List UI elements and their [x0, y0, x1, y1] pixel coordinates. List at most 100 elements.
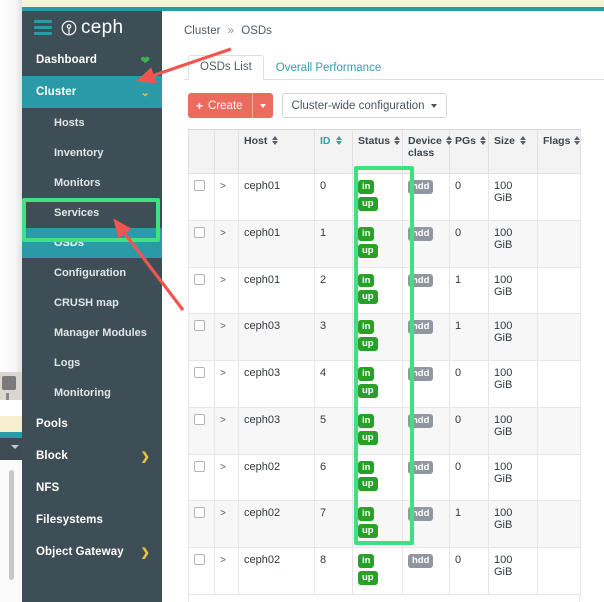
row-expander-cell: >	[214, 266, 239, 315]
sidebar-item-label: Hosts	[54, 117, 85, 129]
row-checkbox[interactable]	[194, 460, 205, 472]
column-header-pgs[interactable]: PGs	[449, 129, 489, 174]
chevron-right-icon[interactable]: >	[220, 275, 226, 286]
sidebar-item-filesystems[interactable]: Filesystems	[22, 504, 162, 536]
sidebar-item-logs[interactable]: Logs	[22, 348, 162, 378]
table-row[interactable]: > ceph03 4 in up hdd 0 100 GiB	[188, 360, 581, 408]
chevron-right-icon[interactable]: >	[220, 415, 226, 426]
column-header-flags[interactable]: Flags	[537, 129, 581, 174]
breadcrumb-current: OSDs	[241, 25, 272, 37]
cell-device-class: hdd	[402, 453, 450, 502]
cell-device-class: hdd	[402, 547, 450, 595]
table-row[interactable]: > ceph01 2 in up hdd 1 100 GiB	[188, 266, 581, 315]
sidebar-item-label: Inventory	[54, 147, 104, 159]
column-label: Status	[358, 135, 391, 147]
cell-id: 4	[314, 360, 353, 408]
cell-status: in up	[352, 500, 403, 548]
row-checkbox[interactable]	[194, 320, 205, 332]
chevron-right-icon[interactable]: >	[220, 368, 226, 379]
sidebar-item-services[interactable]: Services	[22, 198, 162, 228]
cell-size: 100 GiB	[488, 266, 538, 315]
background-scrollbar[interactable]	[9, 470, 14, 580]
sidebar-item-label: CRUSH map	[54, 297, 119, 309]
sidebar-item-nfs[interactable]: NFS	[22, 472, 162, 504]
cell-device-class: hdd	[402, 500, 450, 548]
table-row[interactable]: > ceph01 0 in up hdd 0 100 GiB	[188, 173, 581, 221]
sidebar-item-label: Monitors	[54, 177, 101, 189]
chevron-right-icon[interactable]: >	[220, 228, 226, 239]
row-checkbox[interactable]	[194, 180, 205, 191]
row-checkbox[interactable]	[194, 273, 205, 285]
sidebar-item-pools[interactable]: Pools	[22, 408, 162, 440]
cell-pgs: 0	[449, 173, 489, 221]
sidebar-item-object-gateway[interactable]: Object Gateway ❯	[22, 536, 162, 568]
brand-header: ceph	[22, 11, 162, 44]
cell-device-class: hdd	[402, 313, 450, 361]
column-header-device-class[interactable]: Device class	[402, 129, 452, 174]
device-class-badge: hdd	[408, 320, 434, 335]
column-header-size[interactable]: Size	[488, 129, 538, 174]
brand-logo[interactable]: ceph	[61, 18, 123, 37]
chevron-right-icon[interactable]: >	[220, 555, 226, 566]
status-badge: up	[358, 430, 378, 445]
row-checkbox[interactable]	[194, 413, 205, 425]
status-badge: up	[358, 243, 378, 258]
column-header-host[interactable]: Host	[238, 129, 315, 174]
chevron-right-icon[interactable]: >	[220, 508, 226, 519]
column-header-select-all[interactable]	[188, 129, 215, 174]
hamburger-icon[interactable]	[34, 20, 52, 35]
sidebar-item-monitoring[interactable]: Monitoring	[22, 378, 162, 408]
table-header: Host ID Status Device class PGs Size Fla…	[188, 129, 581, 174]
cell-flags	[537, 500, 581, 548]
sidebar-item-osds[interactable]: OSDs	[22, 228, 162, 258]
breadcrumb: Cluster » OSDs	[162, 11, 604, 37]
table-row[interactable]: > ceph02 7 in up hdd 1 100 GiB	[188, 500, 581, 548]
table-row[interactable]: > ceph02 8 in up hdd 0 100 GiB	[188, 547, 581, 595]
sidebar-item-inventory[interactable]: Inventory	[22, 138, 162, 168]
sidebar-item-crush-map[interactable]: CRUSH map	[22, 288, 162, 318]
cluster-wide-configuration-button[interactable]: Cluster-wide configuration	[281, 93, 447, 118]
table-row[interactable]: > ceph03 3 in up hdd 1 100 GiB	[188, 313, 581, 361]
sidebar-item-block[interactable]: Block ❯	[22, 440, 162, 472]
column-header-status[interactable]: Status	[352, 129, 403, 174]
table-row[interactable]: > ceph02 6 in up hdd 0 100 GiB	[188, 453, 581, 502]
tab-osds-list[interactable]: OSDs List	[188, 54, 264, 80]
status-badge: up	[358, 337, 378, 351]
sidebar-item-label: Cluster	[36, 86, 77, 98]
status-badge: in	[358, 460, 375, 475]
column-header-expander	[214, 129, 239, 174]
table-row[interactable]: > ceph03 5 in up hdd 0 100 GiB	[188, 406, 581, 455]
row-checkbox[interactable]	[194, 554, 205, 565]
sidebar-item-monitors[interactable]: Monitors	[22, 168, 162, 198]
sidebar-item-manager-modules[interactable]: Manager Modules	[22, 318, 162, 348]
cell-pgs: 1	[449, 266, 489, 315]
row-checkbox[interactable]	[194, 507, 205, 519]
cell-status: in up	[352, 173, 403, 221]
table-footer: 0 selected / 9 total	[188, 594, 580, 602]
cell-id: 7	[314, 500, 353, 548]
row-checkbox[interactable]	[194, 226, 205, 238]
heart-icon: ❤	[140, 54, 150, 67]
cell-status: in up	[352, 313, 403, 361]
row-checkbox[interactable]	[194, 367, 205, 378]
tab-overall-performance[interactable]: Overall Performance	[264, 56, 393, 81]
cell-device-class: hdd	[402, 406, 450, 455]
row-checkbox-cell	[188, 547, 215, 595]
chevron-right-icon[interactable]: >	[220, 181, 226, 192]
cell-size: 100 GiB	[488, 313, 538, 361]
chevron-right-icon[interactable]: >	[220, 321, 226, 332]
row-expander-cell: >	[214, 453, 239, 502]
chevron-right-icon[interactable]: >	[220, 462, 226, 473]
sidebar-item-cluster[interactable]: Cluster ⌄	[22, 76, 162, 108]
device-class-badge: hdd	[408, 180, 434, 194]
breadcrumb-parent[interactable]: Cluster	[184, 25, 220, 37]
sidebar-item-dashboard[interactable]: Dashboard ❤	[22, 44, 162, 76]
create-button[interactable]: + Create	[188, 93, 273, 118]
create-dropdown-toggle[interactable]	[251, 93, 273, 118]
row-expander-cell: >	[214, 547, 239, 595]
column-header-id[interactable]: ID	[314, 129, 353, 174]
sidebar-item-hosts[interactable]: Hosts	[22, 108, 162, 138]
table-row[interactable]: > ceph01 1 in up hdd 0 100 GiB	[188, 219, 581, 268]
sidebar-item-configuration[interactable]: Configuration	[22, 258, 162, 288]
device-class-badge: hdd	[408, 273, 434, 288]
